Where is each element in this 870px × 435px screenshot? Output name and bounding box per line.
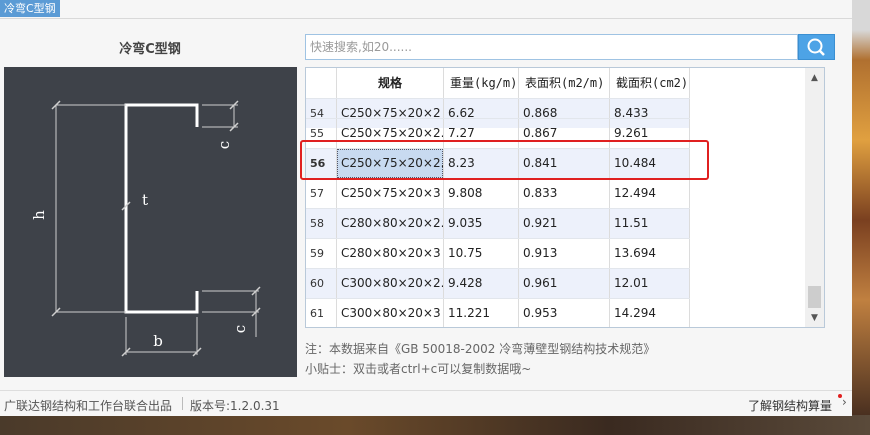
search-button[interactable] — [798, 34, 835, 60]
cell-weight[interactable]: 9.428 — [444, 269, 519, 298]
label-c-top: c — [215, 141, 233, 149]
table-scrollbar[interactable]: ▲ ▼ — [805, 68, 824, 327]
publisher-label: 广联达钢结构和工作台联合出品 — [4, 399, 173, 413]
row-index: 61 — [306, 299, 337, 327]
search-box — [305, 34, 798, 60]
data-source-note: 注：本数据来自《GB 50018-2002 冷弯薄壁型钢结构技术规范》 — [305, 342, 656, 356]
c-section-drawing: h c t c b — [30, 100, 261, 357]
label-b: b — [153, 332, 163, 350]
c-profile-shape — [124, 103, 199, 314]
cell-surface[interactable]: 0.921 — [519, 209, 610, 238]
section-diagram: h c t c b — [4, 67, 297, 377]
tip-note: 小贴士：双击或者ctrl+c可以复制数据哦~ — [305, 362, 532, 376]
chevron-down-icon[interactable]: ▼ — [805, 310, 824, 326]
cell-spec[interactable]: C280×80×20×2.5 — [337, 209, 444, 238]
table-header: 规格 重量(kg/m) 表面积(m2/m) 截面积(cm2) — [306, 68, 824, 98]
row-index: 58 — [306, 209, 337, 238]
row-index: 57 — [306, 179, 337, 208]
divider — [182, 397, 183, 410]
header-spec[interactable]: 规格 — [337, 68, 444, 98]
label-h: h — [30, 210, 48, 220]
desktop-background-right — [852, 0, 870, 415]
diagram-title: 冷弯C型钢 — [119, 42, 181, 57]
title-bar: 冷弯C型钢 — [0, 0, 852, 18]
cell-section[interactable]: 11.51 — [610, 209, 690, 238]
table-row[interactable]: 57 C250×75×20×3 9.808 0.833 12.494 — [306, 178, 690, 208]
cell-spec[interactable]: C250×75×20×3 — [337, 179, 444, 208]
cell-spec[interactable]: C300×80×20×3 — [337, 299, 444, 327]
red-highlight-box — [300, 140, 709, 180]
cell-surface[interactable]: 0.833 — [519, 179, 610, 208]
learn-more-link[interactable]: 了解钢结构算量 — [748, 397, 832, 414]
cell-surface[interactable]: 0.953 — [519, 299, 610, 327]
table-row[interactable]: 61 C300×80×20×3 11.221 0.953 14.294 — [306, 298, 690, 327]
cell-section[interactable]: 12.494 — [610, 179, 690, 208]
header-section[interactable]: 截面积(cm2) — [610, 68, 690, 98]
header-surface[interactable]: 表面积(m2/m) — [519, 68, 610, 98]
app-window: 冷弯C型钢 冷弯C型钢 h c t c b 快速搜索,如20...... 规格 … — [0, 0, 852, 416]
cell-spec[interactable]: C300×80×20×2.5 — [337, 269, 444, 298]
search-input[interactable] — [306, 35, 794, 59]
chevron-right-icon[interactable]: › — [842, 395, 847, 409]
cell-weight[interactable]: 9.808 — [444, 179, 519, 208]
table-row[interactable]: 58 C280×80×20×2.5 9.035 0.921 11.51 — [306, 208, 690, 238]
status-bar: 广联达钢结构和工作台联合出品 版本号:1.2.0.31 了解钢结构算量 › — [0, 390, 852, 416]
label-c-bottom: c — [231, 325, 249, 333]
chevron-up-icon[interactable]: ▲ — [805, 70, 824, 86]
divider — [0, 18, 852, 19]
label-t: t — [142, 191, 148, 209]
cell-section[interactable]: 14.294 — [610, 299, 690, 327]
cell-spec[interactable]: C280×80×20×3 — [337, 239, 444, 268]
spec-table: 规格 重量(kg/m) 表面积(m2/m) 截面积(cm2) 54 C250×7… — [305, 67, 825, 328]
cell-section[interactable]: 13.694 — [610, 239, 690, 268]
cell-section[interactable]: 12.01 — [610, 269, 690, 298]
search-icon — [807, 38, 825, 56]
header-index — [306, 68, 337, 98]
scrollbar-thumb[interactable] — [808, 286, 821, 308]
cell-surface[interactable]: 0.913 — [519, 239, 610, 268]
cell-weight[interactable]: 11.221 — [444, 299, 519, 327]
cell-surface[interactable]: 0.961 — [519, 269, 610, 298]
table-row[interactable]: 59 C280×80×20×3 10.75 0.913 13.694 — [306, 238, 690, 268]
desktop-background-bottom — [0, 415, 870, 435]
header-weight[interactable]: 重量(kg/m) — [444, 68, 519, 98]
row-index: 60 — [306, 269, 337, 298]
cell-weight[interactable]: 10.75 — [444, 239, 519, 268]
table-row[interactable]: 60 C300×80×20×2.5 9.428 0.961 12.01 — [306, 268, 690, 298]
window-tab[interactable]: 冷弯C型钢 — [0, 0, 60, 17]
cell-weight[interactable]: 9.035 — [444, 209, 519, 238]
row-index: 59 — [306, 239, 337, 268]
version-label: 版本号:1.2.0.31 — [190, 399, 280, 413]
